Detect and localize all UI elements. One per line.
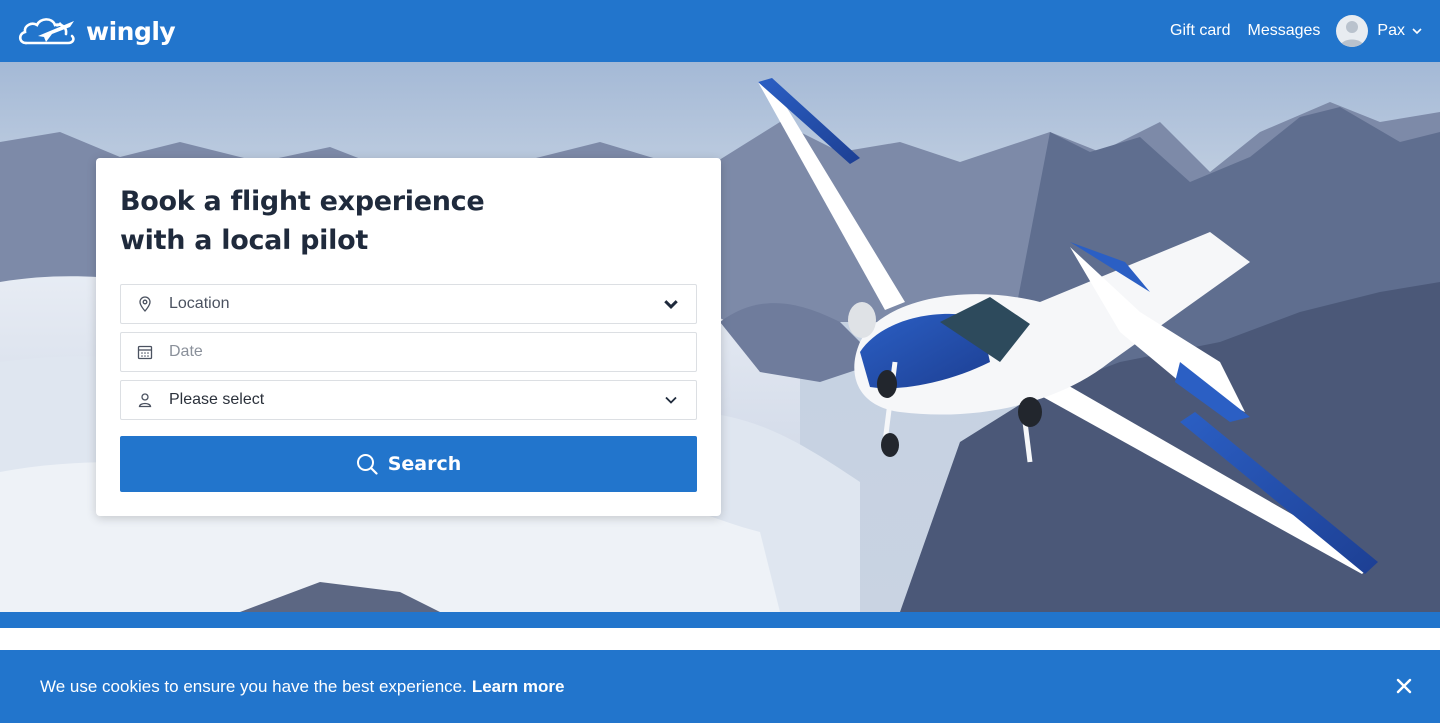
person-icon [137,392,153,408]
location-placeholder: Location [169,295,230,312]
calendar-icon [137,344,153,360]
messages-link[interactable]: Messages [1248,22,1321,40]
passengers-value: Please select [169,391,265,408]
passengers-select[interactable]: Please select [120,380,697,420]
avatar [1336,15,1369,47]
wingly-logo[interactable]: wingly [16,13,176,49]
top-navbar: wingly Gift card Messages Pax [0,0,1440,62]
user-silhouette-icon [1340,21,1365,47]
user-name: Pax [1377,22,1405,39]
hero-title: Book a flight experience with a local pi… [120,182,500,260]
hero-title-line-1: Book a flight experience [120,186,485,217]
date-input[interactable]: Date [120,332,697,372]
header-nav: Gift card Messages Pax [1170,15,1423,47]
chevron-down-icon [665,396,677,404]
location-select[interactable]: Location [120,284,697,324]
chevron-down-icon [1412,28,1422,35]
date-placeholder: Date [169,343,203,360]
search-button-label: Search [387,453,462,475]
search-button[interactable]: Search [120,436,697,492]
search-icon [356,454,378,475]
learn-more-link[interactable]: Learn more [472,677,565,697]
hero-bottom-strip [0,612,1440,628]
cloud-plane-logo-icon [18,18,75,45]
map-pin-icon [137,296,153,312]
cookie-text: We use cookies to ensure you have the be… [40,676,467,696]
chevron-down-icon [664,300,678,309]
cookie-banner: We use cookies to ensure you have the be… [0,650,1440,723]
user-menu[interactable]: Pax [1336,15,1423,47]
search-card: Book a flight experience with a local pi… [96,158,721,516]
gift-card-link[interactable]: Gift card [1170,22,1230,40]
brand-name: wingly [86,16,176,46]
hero-title-line-2: with a local pilot [120,225,368,256]
close-icon[interactable] [1396,678,1412,694]
